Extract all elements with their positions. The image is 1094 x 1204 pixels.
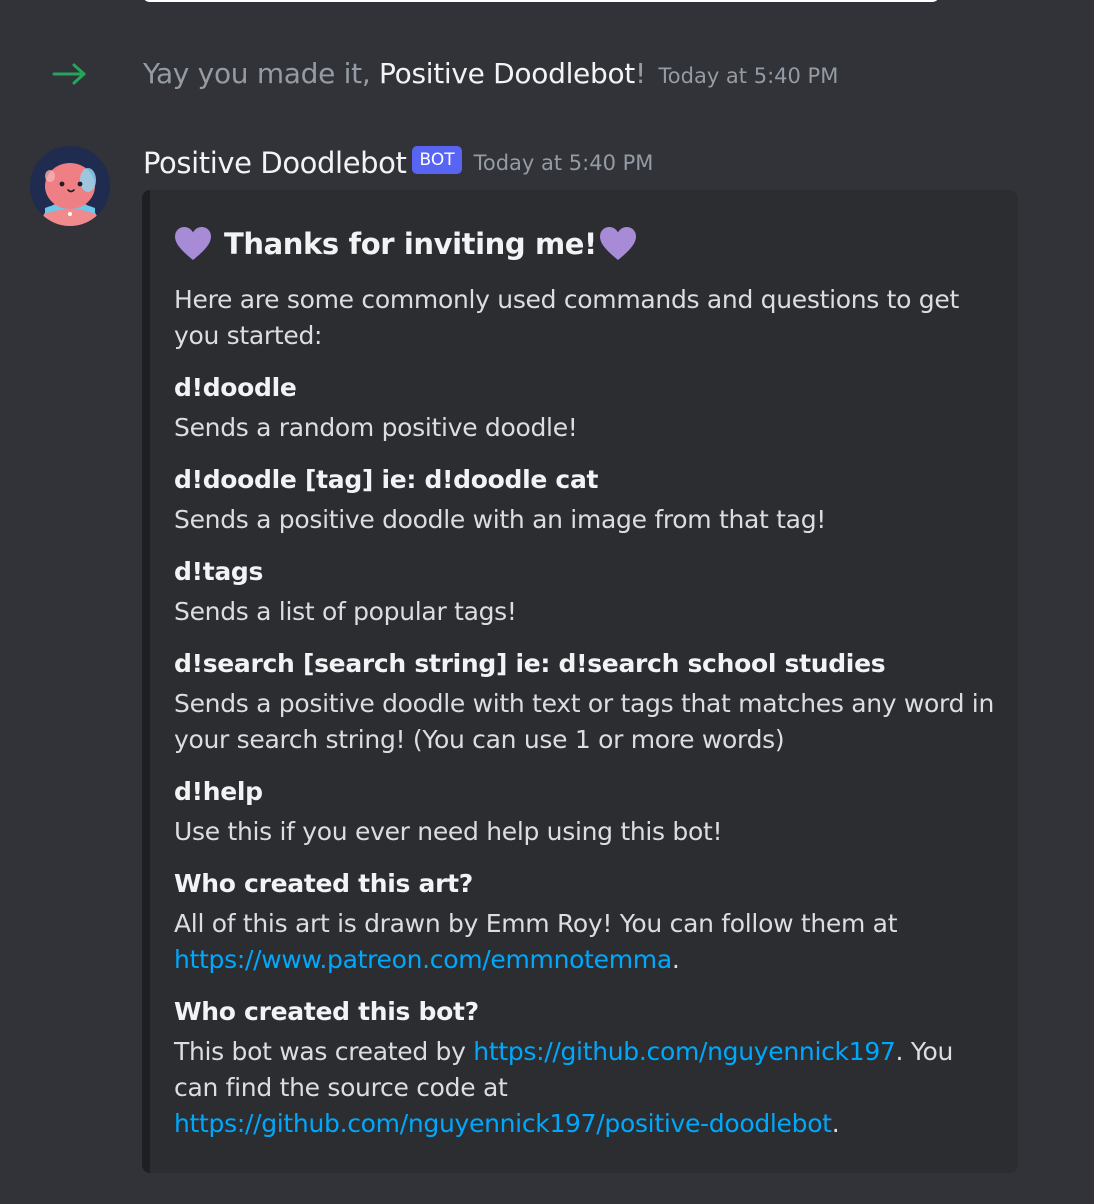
embed-field-doodle: d!doodle Sends a random positive doodle! (174, 370, 994, 446)
join-username[interactable]: Positive Doodlebot (379, 57, 635, 90)
art-credit-text: All of this art is drawn by Emm Roy! You… (174, 909, 898, 938)
embed-description: Here are some commonly used commands and… (174, 285, 959, 350)
github-repo-link[interactable]: https://github.com/nguyennick197/positiv… (174, 1109, 832, 1138)
purple-heart-icon (175, 227, 211, 260)
avatar[interactable] (30, 146, 110, 226)
join-suffix: ! (634, 57, 646, 90)
message-input-edge (142, 0, 940, 2)
arrow-right-icon (52, 63, 86, 85)
period: . (831, 1109, 840, 1138)
embed-title: Thanks for inviting me! (174, 224, 637, 264)
embed-field-doodle-tag: d!doodle [tag] ie: d!doodle cat Sends a … (174, 462, 994, 538)
field-name: Who created this bot? (174, 997, 479, 1026)
bot-badge: BOT (412, 146, 462, 174)
field-value: Sends a positive doodle with an image fr… (174, 505, 826, 534)
patreon-link[interactable]: https://www.patreon.com/emmnotemma (174, 945, 672, 974)
field-value: This bot was created by https://github.c… (174, 1034, 994, 1142)
field-value: Sends a random positive doodle! (174, 413, 578, 442)
field-name: d!doodle (174, 373, 297, 402)
field-name: d!tags (174, 557, 264, 586)
embed-field-art: Who created this art? All of this art is… (174, 866, 994, 978)
embed-field-tags: d!tags Sends a list of popular tags! (174, 554, 994, 630)
embed-field-bot: Who created this bot? This bot was creat… (174, 994, 994, 1142)
message-timestamp[interactable]: Today at 5:40 PM (474, 151, 654, 175)
github-profile-link[interactable]: https://github.com/nguyennick197 (473, 1037, 896, 1066)
period: . (671, 945, 680, 974)
field-name: d!doodle [tag] ie: d!doodle cat (174, 465, 599, 494)
field-value: All of this art is drawn by Emm Roy! You… (174, 906, 994, 978)
join-message: Yay you made it, Positive Doodlebot! Tod… (0, 52, 1094, 96)
embed-title-text: Thanks for inviting me! (224, 227, 597, 261)
field-name: Who created this art? (174, 869, 473, 898)
field-name: d!search [search string] ie: d!search sc… (174, 649, 886, 678)
embed-field-help: d!help Use this if you ever need help us… (174, 774, 994, 850)
author-name[interactable]: Positive Doodlebot (143, 146, 407, 180)
join-text: Yay you made it, Positive Doodlebot! Tod… (143, 56, 838, 94)
field-name: d!help (174, 777, 263, 806)
doodle-avatar-icon (30, 146, 110, 226)
join-timestamp[interactable]: Today at 5:40 PM (659, 64, 839, 88)
message-header: Positive Doodlebot BOT Today at 5:40 PM (143, 143, 653, 183)
join-prefix: Yay you made it, (143, 57, 380, 90)
field-value: Sends a positive doodle with text or tag… (174, 689, 994, 754)
bot-embed: Thanks for inviting me! Here are some co… (142, 190, 1018, 1173)
embed-field-search: d!search [search string] ie: d!search sc… (174, 646, 994, 758)
purple-heart-icon (599, 227, 636, 260)
bot-credit-text: This bot was created by (174, 1037, 474, 1066)
field-value: Use this if you ever need help using thi… (174, 817, 723, 846)
field-value: Sends a list of popular tags! (174, 597, 517, 626)
